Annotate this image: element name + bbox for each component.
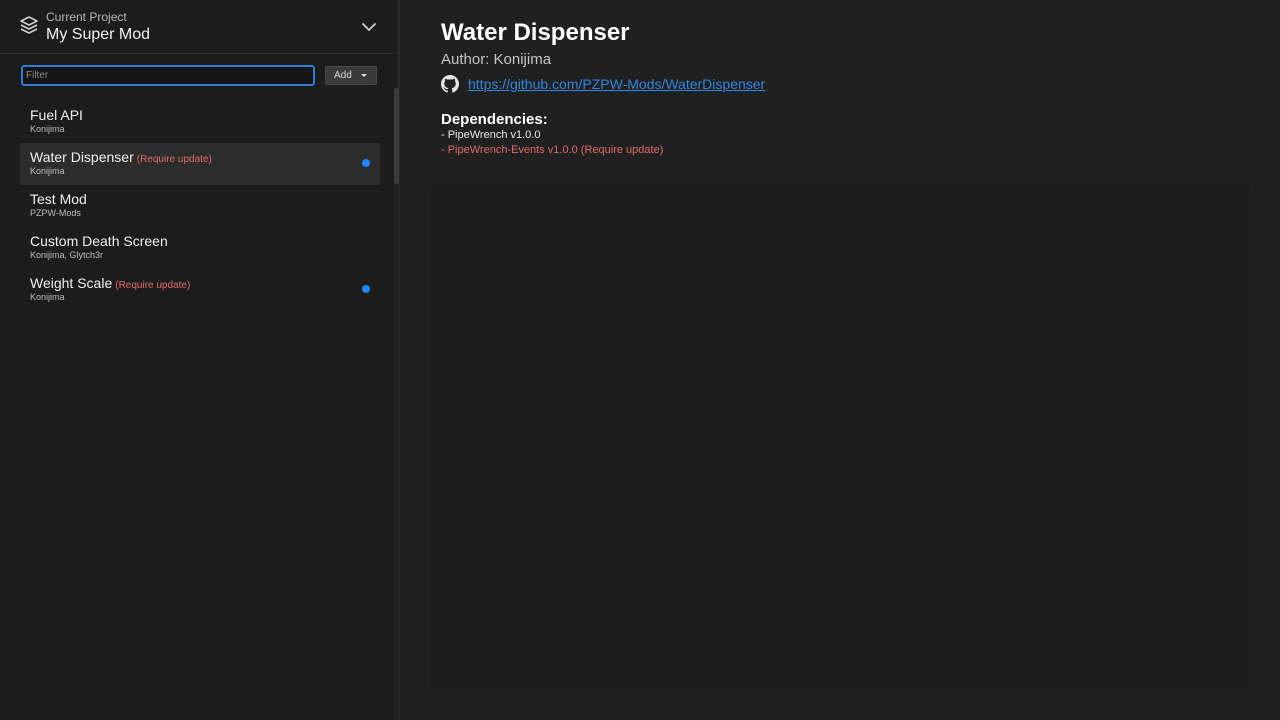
mod-list-item-author: Konijima bbox=[30, 292, 65, 302]
dependency-item-outdated: - PipeWrench-Events v1.0.0 (Require upda… bbox=[441, 144, 664, 156]
require-update-label: (Require update) bbox=[115, 280, 191, 291]
mod-list-item[interactable]: Fuel API Konijima bbox=[20, 101, 380, 143]
chevron-down-icon[interactable] bbox=[361, 20, 377, 34]
mod-list-item-author: Konijima bbox=[30, 166, 65, 176]
mod-list-item-title: Custom Death Screen bbox=[30, 233, 168, 249]
require-update-label: (Require update) bbox=[136, 154, 212, 165]
mod-list-item-name: Weight Scale bbox=[30, 275, 113, 291]
project-selector[interactable]: Current Project My Super Mod bbox=[0, 0, 400, 54]
dependencies-heading: Dependencies: bbox=[441, 111, 548, 128]
repository-link[interactable]: https://github.com/PZPW-Mods/WaterDispen… bbox=[468, 76, 765, 92]
project-caption: Current Project bbox=[46, 10, 127, 24]
mod-list-item-name: Test Mod bbox=[30, 191, 87, 207]
mod-list-item-author: Konijima bbox=[30, 124, 65, 134]
add-button[interactable]: Add bbox=[325, 66, 377, 85]
mod-author: Author: Konijima bbox=[441, 51, 552, 68]
mod-list-item-title: Test Mod bbox=[30, 191, 87, 207]
mod-list-item-title: Weight Scale (Require update) bbox=[30, 275, 190, 291]
mod-list-item-name: Custom Death Screen bbox=[30, 233, 168, 249]
github-icon bbox=[441, 75, 459, 93]
mod-list-item-author: PZPW-Mods bbox=[30, 208, 81, 218]
mod-list-item-name: Water Dispenser bbox=[30, 149, 134, 165]
scrollbar-thumb[interactable] bbox=[394, 88, 399, 184]
mod-list-item-title: Water Dispenser (Require update) bbox=[30, 149, 212, 165]
content-panel bbox=[431, 186, 1250, 688]
mod-detail-panel: Water Dispenser Author: Konijima https:/… bbox=[402, 0, 1280, 720]
mod-list-item-name: Fuel API bbox=[30, 107, 83, 123]
project-name: My Super Mod bbox=[46, 26, 151, 43]
mod-list: Fuel API Konijima Water Dispenser (Require … bbox=[20, 101, 380, 311]
dependency-item: - PipeWrench v1.0.0 bbox=[441, 129, 541, 141]
add-button-label: Add bbox=[334, 70, 352, 81]
caret-down-icon bbox=[361, 74, 367, 77]
update-indicator-dot bbox=[362, 285, 370, 293]
mod-list-item[interactable]: Water Dispenser (Require update) Konijima bbox=[20, 143, 380, 185]
update-indicator-dot bbox=[362, 159, 370, 167]
filter-input[interactable] bbox=[21, 65, 315, 86]
mod-title: Water Dispenser bbox=[441, 19, 630, 46]
mod-list-item-author: Konijima, Glytch3r bbox=[30, 250, 104, 260]
mod-list-item[interactable]: Custom Death Screen Konijima, Glytch3r bbox=[20, 227, 380, 269]
mod-list-item[interactable]: Test Mod PZPW-Mods bbox=[20, 185, 380, 227]
layers-icon bbox=[20, 16, 38, 34]
mod-list-item[interactable]: Weight Scale (Require update) Konijima bbox=[20, 269, 380, 311]
sidebar: Current Project My Super Mod Add Fuel AP… bbox=[0, 0, 400, 720]
mod-list-item-title: Fuel API bbox=[30, 107, 83, 123]
